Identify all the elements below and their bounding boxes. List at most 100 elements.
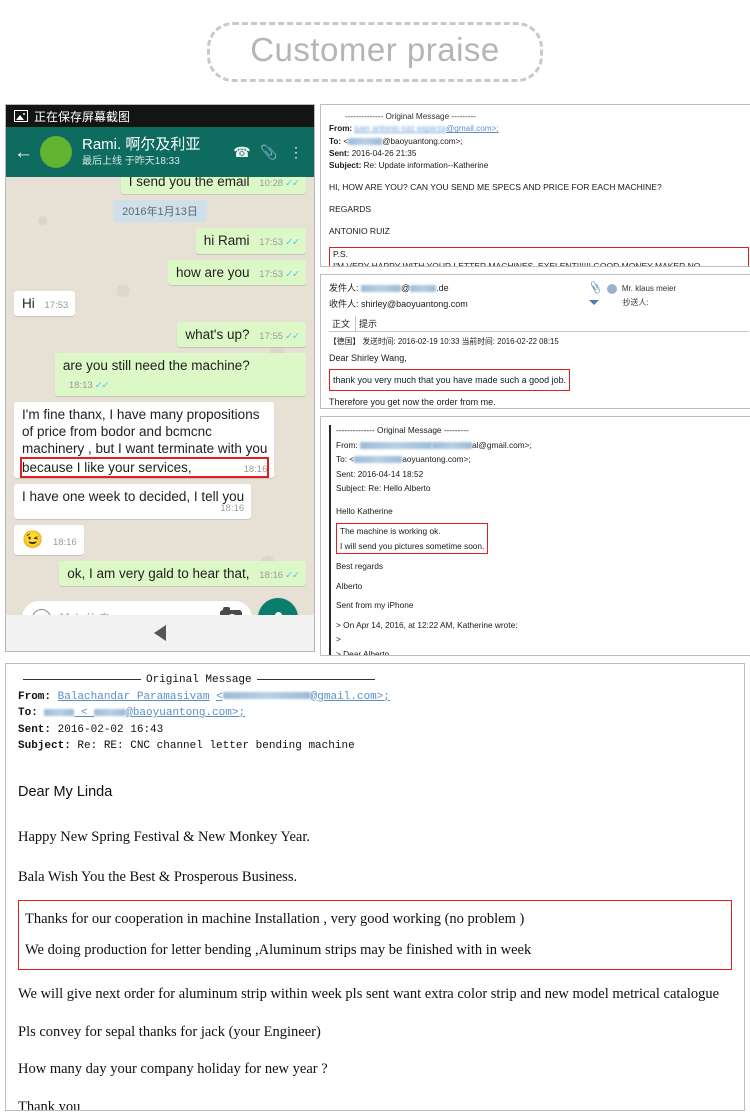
email4-to-row: To: < @baoyuantong.com>; — [18, 707, 246, 719]
body-line: REGARDS — [329, 204, 372, 215]
message-time: 17:53 — [44, 299, 69, 311]
separator-label: Original Message — [146, 674, 252, 686]
message-text-line: I'm fine thanx, I have many propositions — [22, 406, 260, 422]
to-label: To: — [329, 136, 342, 146]
subject-value: Re: RE: CNC channel letter bending machi… — [77, 740, 355, 752]
tail-line: Sent from my iPhone — [336, 600, 414, 611]
message-row: 😉 18:16 — [14, 525, 306, 556]
read-receipt-icon: ✓✓ — [285, 178, 300, 189]
email-panel-klaus-meier: 发件人: @ .de 收件人: shirley@baoyuantong.com 📎… — [320, 274, 750, 409]
smiley-icon[interactable] — [32, 608, 51, 615]
chat-bubble-outgoing: hi Rami 17:53 ✓✓ — [195, 228, 306, 254]
highlight-text: because I like your services, — [22, 459, 192, 475]
email2-header: 发件人: @ .de 收件人: shirley@baoyuantong.com 📎… — [329, 281, 749, 313]
email4-headers: Original Message From: Balachandar Param… — [18, 672, 732, 755]
message-time: 18:13 — [68, 379, 93, 391]
voice-record-button[interactable] — [258, 598, 298, 615]
emoji-icon: 😉 — [22, 530, 44, 550]
contact-info[interactable]: Rami. 啊尔及利亚 最后上线 于昨天18:33 — [79, 136, 225, 167]
contact-avatar-icon[interactable] — [606, 283, 617, 294]
email2-address-block: 发件人: @ .de 收件人: shirley@baoyuantong.com — [329, 281, 589, 313]
message-time: 17:53 — [259, 237, 284, 249]
message-time: 17:55 — [259, 331, 284, 343]
message-row: I send you the email 10:28 ✓✓ — [14, 177, 306, 195]
overflow-menu-icon[interactable]: ⋮ — [286, 144, 306, 161]
email3-from-row: From: al@gmail.com>; — [336, 439, 532, 450]
cc-label: 抄送人: — [622, 298, 649, 307]
chat-bubble-incoming: Hi 17:53 — [14, 290, 76, 317]
email3-sent-row: Sent: 2016-04-14 18:52 — [336, 468, 424, 479]
chat-bubble-incoming: I'm fine thanx, I have many propositions… — [14, 401, 275, 478]
original-message-separator: -------------- Original Message --------… — [345, 112, 476, 121]
phone-icon[interactable]: ☎ — [232, 144, 252, 161]
message-row: hi Rami 17:53 ✓✓ — [14, 228, 306, 254]
highlight-line: We doing production for letter bending ,… — [25, 942, 532, 959]
email2-contact-block: 📎 Mr. klaus meier 抄送人: — [588, 281, 749, 313]
read-receipt-icon: ✓✓ — [94, 379, 110, 391]
contact-avatar[interactable] — [40, 136, 72, 168]
camera-icon[interactable] — [220, 607, 242, 615]
tail-line: > On Apr 14, 2016, at 12:22 AM, Katherin… — [336, 619, 518, 630]
chat-bubble-outgoing: how are you 17:53 ✓✓ — [167, 259, 306, 285]
from-address-link: @gmail.com>; — [445, 124, 499, 134]
status-bar-text: 正在保存屏幕截图 — [34, 109, 131, 124]
android-nav-bar — [6, 615, 314, 651]
sent-value: 2016-02-02 16:43 — [57, 723, 164, 736]
body-line: Happy New Spring Festival & New Monkey Y… — [18, 828, 310, 845]
back-arrow-icon[interactable]: ← — [14, 143, 33, 162]
message-row: Hi 17:53 — [14, 290, 306, 317]
from-name: Balachandar Paramasivam — [57, 690, 210, 703]
highlighted-message-text: because I like your services, 18:16 — [19, 456, 270, 478]
message-row: ok, I am very gald to hear that, 18:16 ✓✓ — [14, 561, 306, 587]
message-text-line: machinery , but I want terminate with yo… — [22, 441, 268, 457]
message-row: what's up? 17:55 ✓✓ — [14, 322, 306, 348]
message-text: I have one week to decided, I tell you — [22, 488, 245, 504]
closing-line: Therefore you get now the order from me. — [329, 396, 496, 407]
tab-tips[interactable]: 提示 — [356, 316, 382, 331]
body-line: Dear My Linda — [18, 783, 113, 800]
tab-body[interactable]: 正文 — [329, 315, 357, 331]
chat-bubble-outgoing: ok, I am very gald to hear that, 18:16 ✓✓ — [59, 561, 306, 587]
message-text: ok, I am very gald to hear that, — [67, 566, 250, 582]
email-panel-balachandar: Original Message From: Balachandar Param… — [5, 663, 745, 1111]
message-time: 17:53 — [259, 268, 284, 280]
chevron-down-icon[interactable] — [589, 300, 600, 305]
paperclip-icon[interactable]: 📎 — [259, 144, 279, 161]
message-time: 10:28 — [259, 178, 284, 189]
message-time: 18:16 — [259, 570, 284, 582]
subject-label: Subject: — [18, 740, 71, 752]
body-line: ANTONIO RUIZ — [329, 225, 390, 236]
chat-bubble-incoming: 😉 18:16 — [14, 525, 84, 556]
from-label: 发件人: — [329, 283, 359, 293]
highlight-line: The machine is working ok. — [340, 526, 441, 537]
read-receipt-icon: ✓✓ — [285, 331, 300, 343]
body-line: We will give next order for aluminum str… — [18, 986, 720, 1003]
email2-meta: 【德国】 发送时间: 2016-02-19 10:33 当前时间: 2016-0… — [329, 336, 559, 346]
chat-bubble-outgoing: I send you the email 10:28 ✓✓ — [120, 177, 306, 195]
highlight-line: I will send you pictures sometime soon. — [340, 540, 485, 551]
paperclip-icon[interactable]: 📎 — [588, 282, 603, 296]
tail-line: > Dear Alberto, — [336, 648, 392, 656]
to-address: < @baoyuantong.com>; — [343, 136, 463, 146]
email1-headers: -------------- Original Message --------… — [329, 111, 749, 172]
message-input-placeholder: 输入信息 — [59, 609, 212, 615]
date-divider: 2016年1月13日 — [113, 200, 207, 223]
original-message-separator: Original Message — [18, 672, 732, 689]
separator-rule — [256, 678, 375, 680]
whatsapp-chat-header: ← Rami. 啊尔及利亚 最后上线 于昨天18:33 ☎ 📎 ⋮ — [6, 127, 314, 177]
page-title: Customer praise — [207, 22, 543, 82]
message-input-field[interactable]: 输入信息 — [22, 601, 252, 615]
nav-back-triangle-icon[interactable] — [154, 625, 166, 641]
message-row: 2016年1月13日 — [14, 200, 306, 223]
email1-from-row: From: juan antonio ruiz esparza@gmail.co… — [329, 123, 749, 135]
message-time: 18:16 — [243, 463, 268, 475]
tail-line: Best regards — [336, 561, 384, 572]
message-row: I'm fine thanx, I have many propositions… — [14, 401, 306, 478]
from-domain: @gmail.com>; — [310, 690, 390, 703]
highlighted-thanks-box: thank you very much that you have made s… — [329, 368, 571, 391]
email1-to-row: To: < @baoyuantong.com>; — [329, 136, 749, 148]
quoted-email-block: -------------- Original Message --------… — [329, 423, 749, 656]
tail-line: Alberto — [336, 580, 363, 591]
chat-message-area[interactable]: I send you the email 10:28 ✓✓ 2016年1月13日 … — [6, 177, 314, 615]
chat-input-row: 输入信息 — [14, 592, 306, 615]
